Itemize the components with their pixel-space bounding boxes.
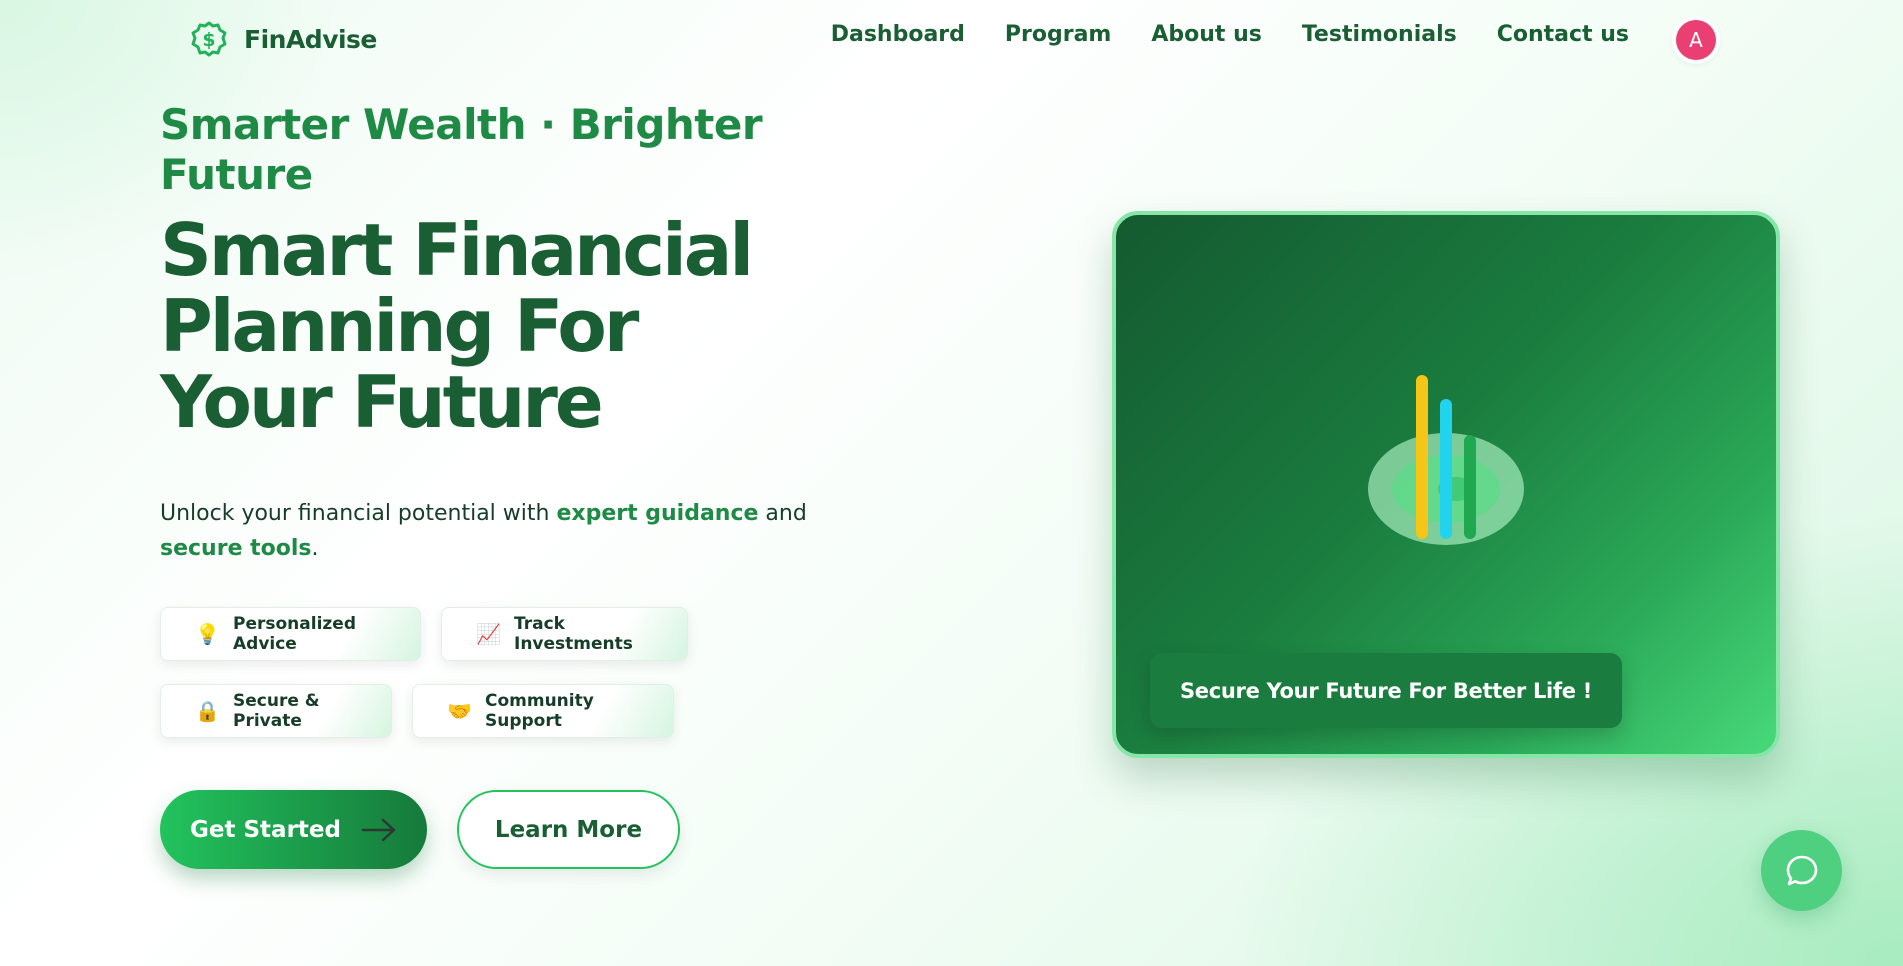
subtext-highlight-expert-guidance: expert guidance	[556, 501, 759, 526]
nav-link-testimonials[interactable]: Testimonials	[1302, 22, 1457, 47]
lock-icon: 🔒	[195, 699, 220, 723]
feature-chip-label: Secure & Private	[233, 691, 320, 731]
main-menu: Dashboard Program About us Testimonials …	[831, 22, 1629, 47]
chart-increasing-icon: 📈	[476, 622, 501, 646]
feature-chip-community-support[interactable]: 🤝 Community Support	[412, 684, 674, 738]
subtext-part: and	[758, 501, 807, 526]
brand-name: FinAdvise	[244, 24, 377, 54]
nav-link-about-us[interactable]: About us	[1151, 22, 1261, 47]
svg-text:$: $	[202, 29, 215, 51]
brand-logo[interactable]: $ FinAdvise	[190, 20, 377, 58]
hero-card: Secure Your Future For Better Life !	[1112, 211, 1780, 758]
feature-chip-label: Personalized Advice	[233, 614, 356, 654]
handshake-icon: 🤝	[447, 699, 472, 723]
learn-more-button[interactable]: Learn More	[457, 790, 680, 869]
subtext-part: Unlock your financial potential with	[160, 501, 557, 526]
feature-chip-track-investments[interactable]: 📈 Track Investments	[441, 607, 688, 661]
hero-tagline: Smarter Wealth · Brighter Future	[160, 100, 763, 199]
subtext-highlight-secure-tools: secure tools	[160, 536, 312, 561]
feature-chip-secure-private[interactable]: 🔒 Secure & Private	[160, 684, 392, 738]
hero-subtext: Unlock your financial potential with exp…	[160, 496, 820, 566]
lightbulb-icon: 💡	[195, 622, 220, 646]
nav-link-dashboard[interactable]: Dashboard	[831, 22, 965, 47]
feature-chip-label: Track Investments	[514, 614, 633, 654]
chat-bubble-icon	[1786, 855, 1817, 885]
get-started-label: Get Started	[190, 816, 341, 843]
get-started-button[interactable]: Get Started	[160, 790, 427, 869]
chat-button[interactable]	[1761, 830, 1842, 911]
nav-link-contact-us[interactable]: Contact us	[1497, 22, 1629, 47]
hero-headline: Smart Financial Planning For Your Future	[160, 208, 754, 444]
user-avatar[interactable]: A	[1676, 20, 1716, 60]
subtext-part: .	[311, 536, 319, 561]
nav-link-program[interactable]: Program	[1005, 22, 1111, 47]
feature-chip-personalized-advice[interactable]: 💡 Personalized Advice	[160, 607, 421, 661]
feature-chip-label: Community Support	[485, 691, 594, 731]
card-banner: Secure Your Future For Better Life !	[1150, 653, 1622, 728]
dollar-circle-icon: $	[191, 21, 227, 57]
top-navbar: $ FinAdvise Dashboard Program About us T…	[0, 0, 1903, 80]
arrow-right-icon	[361, 818, 396, 841]
